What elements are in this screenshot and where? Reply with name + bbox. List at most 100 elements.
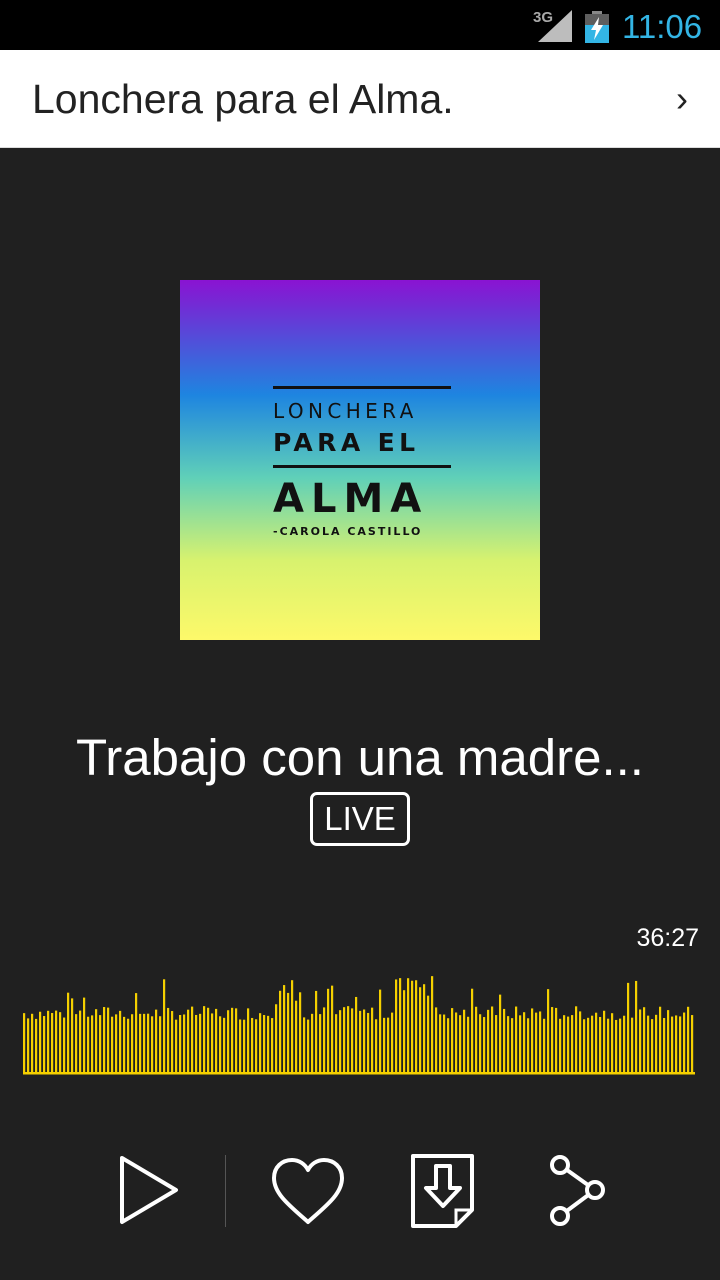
waveform-bar (451, 1008, 454, 1072)
waveform-bar (543, 1018, 546, 1072)
waveform-bar (463, 1009, 466, 1072)
waveform-bar (639, 1009, 642, 1072)
waveform-bar (83, 997, 86, 1072)
waveform-bar (399, 978, 402, 1072)
waveform-bar (627, 982, 630, 1072)
waveform-bar (135, 993, 138, 1072)
waveform-bar (411, 980, 414, 1072)
waveform-bar (27, 1018, 30, 1072)
waveform-bar (75, 1014, 78, 1072)
cover-rule-bottom (273, 465, 451, 468)
episode-title: Trabajo con una madre... (76, 729, 644, 786)
waveform-bar (571, 1015, 574, 1072)
waveform-bar (599, 1016, 602, 1072)
waveform-bar (575, 1006, 578, 1072)
waveform-bar (607, 1018, 610, 1072)
waveform-bar (247, 1008, 250, 1072)
playback-controls (0, 1140, 720, 1240)
waveform-bar (455, 1012, 458, 1072)
waveform-bar (291, 980, 294, 1072)
waveform-bar (311, 1013, 314, 1072)
podcast-cover-art: LONCHERA PARA EL ALMA -CAROLA CASTILLO (180, 280, 540, 640)
waveform-bar (199, 1013, 202, 1072)
waveform-bar (335, 1014, 338, 1072)
waveform-bar (687, 1006, 690, 1072)
waveform-bar (491, 1006, 494, 1072)
waveform-bar (103, 1007, 106, 1072)
waveform-bar (339, 1010, 342, 1072)
network-type-label: 3G (533, 9, 554, 26)
waveform-bar (259, 1013, 262, 1072)
waveform-bar (647, 1015, 650, 1072)
waveform-bar (271, 1018, 274, 1072)
waveform-bar (79, 1010, 82, 1072)
waveform-bar (367, 1012, 370, 1072)
waveform-bar (675, 1015, 678, 1072)
waveform-bar (31, 1013, 34, 1072)
waveform-bar (495, 1015, 498, 1072)
waveform-bar (359, 1010, 362, 1072)
heart-icon[interactable] (270, 1156, 346, 1226)
waveform-bar (423, 984, 426, 1072)
waveform-bar (431, 976, 434, 1072)
live-badge: LIVE (310, 792, 410, 846)
waveform-bar (275, 1004, 278, 1072)
waveform-bar (567, 1016, 570, 1072)
waveform-bar (459, 1015, 462, 1072)
waveform-bar (483, 1017, 486, 1072)
share-icon[interactable] (544, 1152, 610, 1230)
waveform-bar (623, 1015, 626, 1072)
waveform-bar (415, 980, 418, 1072)
waveform-bar (127, 1018, 130, 1072)
waveform-bar (139, 1013, 142, 1072)
waveform-bar (331, 985, 334, 1072)
clock: 11:06 (622, 8, 703, 45)
waveform-bar (563, 1015, 566, 1072)
waveform-bar (427, 995, 430, 1072)
waveform-bar (55, 1010, 58, 1072)
waveform-bar (179, 1014, 182, 1072)
waveform-bar (195, 1014, 198, 1072)
waveform-bar (107, 1007, 110, 1072)
waveform-bar (391, 1012, 394, 1072)
waveform-bar (375, 1019, 378, 1072)
cover-title-line-3: ALMA (273, 476, 429, 522)
waveform-bar (279, 990, 282, 1072)
waveform-bar (171, 1011, 174, 1072)
waveform-bar (671, 1016, 674, 1072)
waveform-bar (659, 1006, 662, 1072)
waveform-bar (303, 1017, 306, 1072)
chevron-right-icon[interactable]: › (676, 78, 688, 120)
cover-author: -CAROLA CASTILLO (273, 525, 423, 538)
waveform-bar (87, 1016, 90, 1072)
play-icon[interactable] (110, 1152, 186, 1228)
waveform-bar (579, 1011, 582, 1072)
waveform-bar (327, 988, 330, 1072)
waveform-bar (447, 1018, 450, 1072)
waveform-bar (555, 1007, 558, 1072)
waveform-bar (439, 1014, 442, 1072)
app-bar: Lonchera para el Alma. › (0, 50, 720, 148)
waveform-bar (163, 979, 166, 1072)
waveform-bar (99, 1015, 102, 1072)
waveform-bar (307, 1019, 310, 1072)
waveform-bar (635, 980, 638, 1072)
waveform-bar (251, 1017, 254, 1072)
waveform-bar (471, 988, 474, 1072)
download-icon[interactable] (408, 1152, 478, 1230)
waveform-bar (419, 987, 422, 1072)
waveform-bar (323, 1007, 326, 1072)
waveform-bar (347, 1006, 350, 1072)
waveform-bar (587, 1017, 590, 1072)
cover-rule-top (273, 386, 451, 389)
waveform-bar (643, 1007, 646, 1072)
waveform-bar (487, 1009, 490, 1072)
waveform-bar (187, 1009, 190, 1072)
waveform-bar (603, 1010, 606, 1072)
audio-waveform[interactable] (23, 960, 695, 1075)
waveform-bar (211, 1013, 214, 1072)
waveform-bar (343, 1007, 346, 1072)
battery-charging-icon (585, 11, 609, 43)
cover-title-line-1: LONCHERA (273, 399, 418, 423)
waveform-bar (371, 1007, 374, 1072)
